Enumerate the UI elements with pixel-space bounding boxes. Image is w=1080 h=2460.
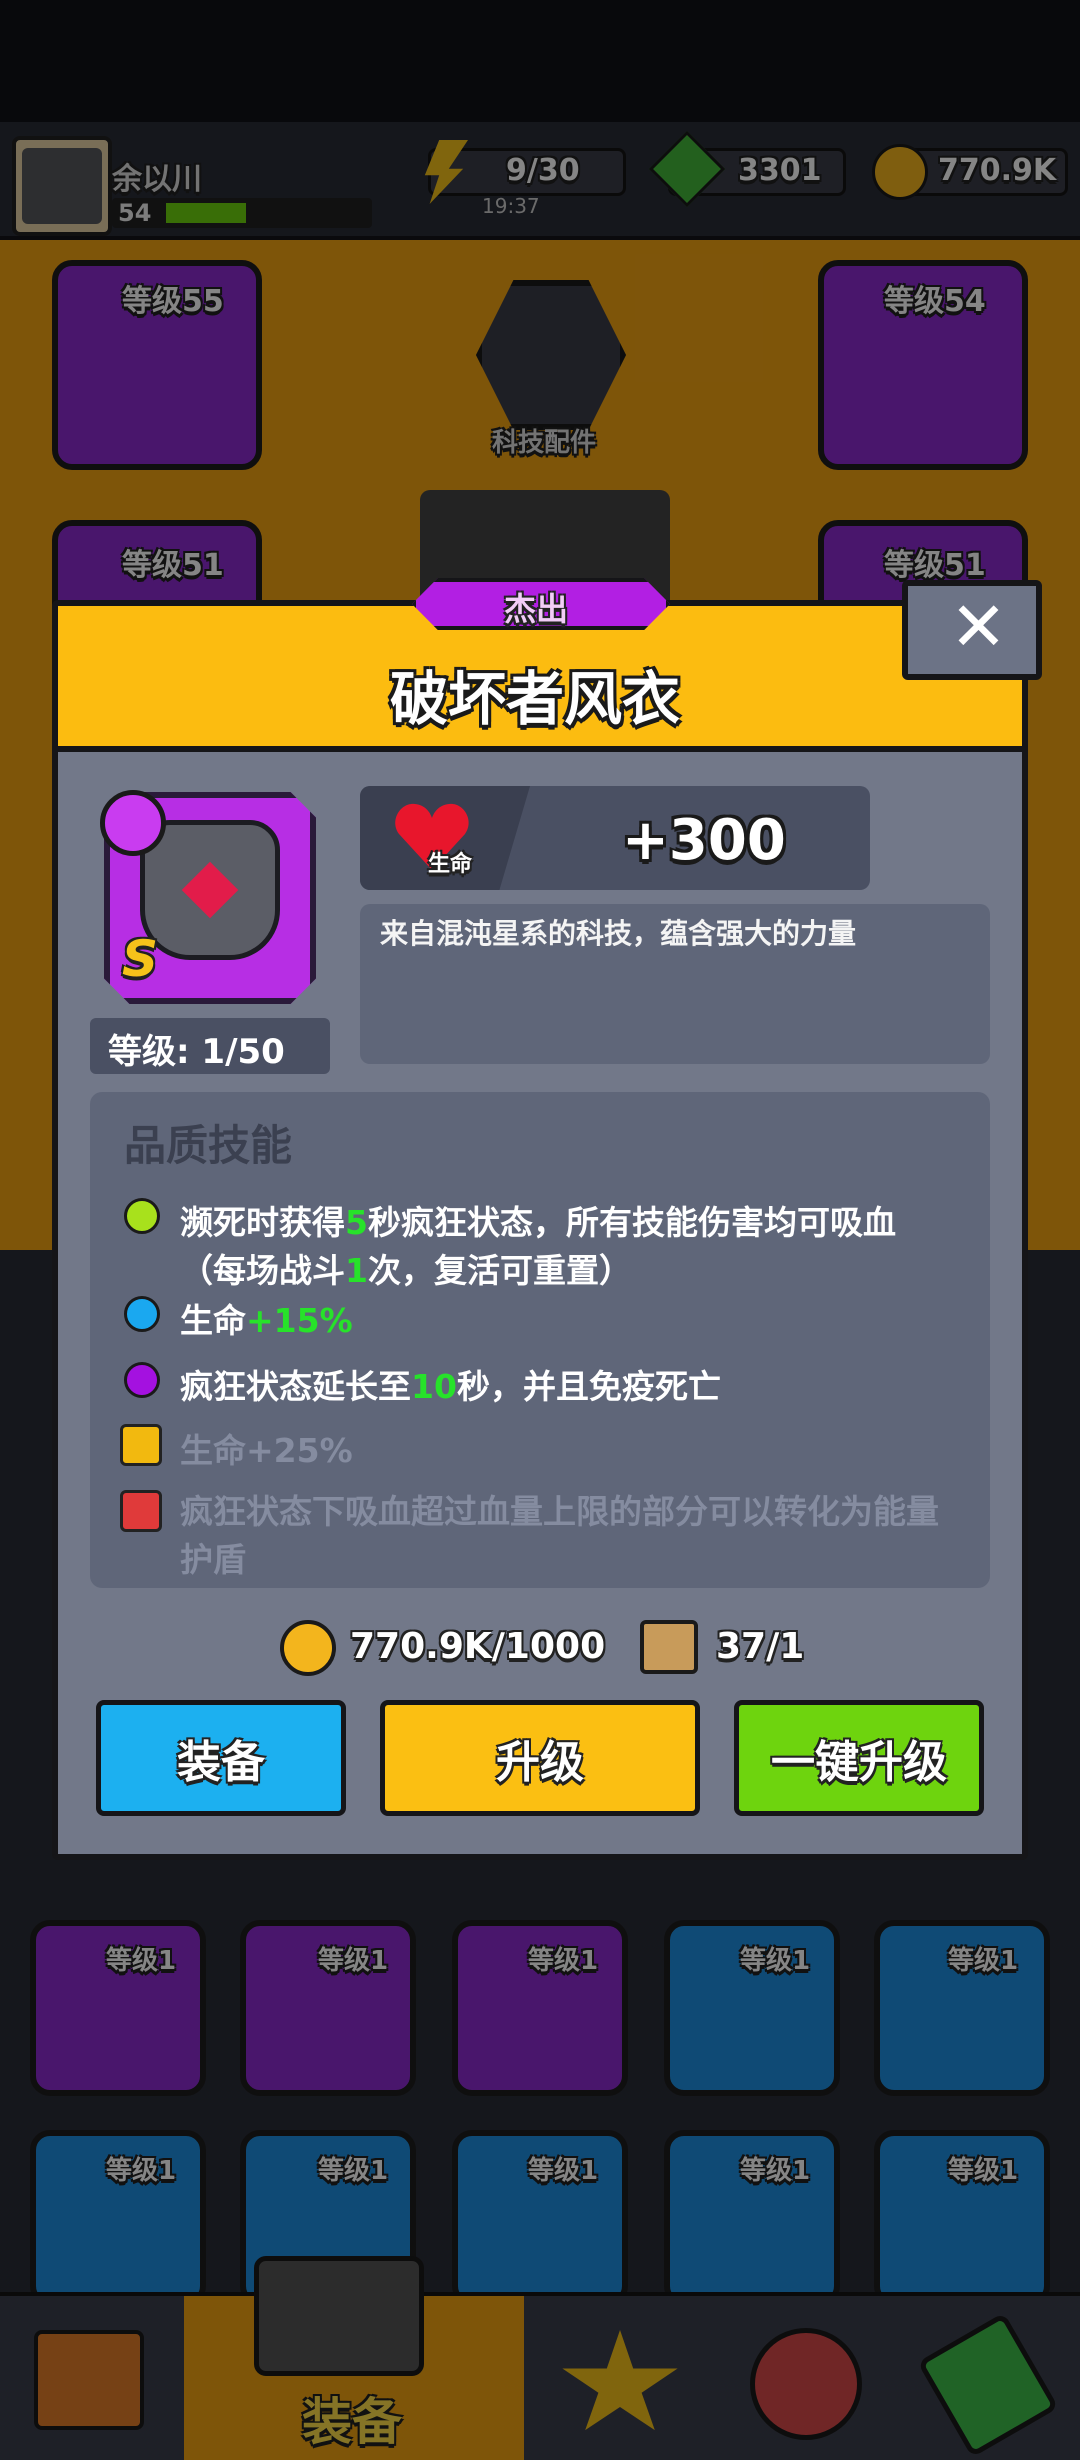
- lock-icon-red: [120, 1490, 162, 1532]
- item-title: 破坏者风衣: [390, 665, 681, 733]
- upgrade-all-button[interactable]: 一键升级: [734, 1700, 984, 1816]
- coin-icon: [280, 1620, 336, 1676]
- skill-2: 生命+15%: [180, 1301, 353, 1340]
- rarity-label: 杰出: [504, 590, 569, 628]
- item-tier: S: [122, 930, 159, 988]
- skill-dot-green: [124, 1198, 160, 1234]
- skill-1-line2: （每场战斗1次，复活可重置）: [180, 1251, 632, 1290]
- skill-3: 疯狂状态延长至10秒，并且免疫死亡: [180, 1367, 721, 1406]
- armor-material-icon: [640, 1620, 698, 1674]
- item-level: 等级: 1/50: [108, 1032, 285, 1072]
- upgrade-coin-cost: 770.9K/1000: [350, 1626, 606, 1667]
- skill-dot-blue: [124, 1296, 160, 1332]
- lock-icon-gold: [120, 1424, 162, 1466]
- upgrade-button[interactable]: 升级: [380, 1700, 700, 1816]
- armor-slot-icon: [100, 790, 166, 856]
- stat-label: 生命: [428, 852, 473, 877]
- skills-header: 品质技能: [124, 1121, 293, 1170]
- item-description: 来自混沌星系的科技，蕴含强大的力量: [380, 917, 857, 950]
- upgrade-material-cost: 37/1: [716, 1626, 805, 1667]
- skill-4-locked: 生命+25%: [180, 1431, 353, 1470]
- close-icon: ✕: [950, 588, 1007, 667]
- stat-value: +300: [622, 808, 786, 873]
- equip-button[interactable]: 装备: [96, 1700, 346, 1816]
- skill-5-locked: 疯狂状态下吸血超过血量上限的部分可以转化为能量护盾: [180, 1492, 939, 1579]
- skill-1: 濒死时获得5秒疯狂状态，所有技能伤害均可吸血: [180, 1203, 896, 1242]
- skill-dot-purple: [124, 1362, 160, 1398]
